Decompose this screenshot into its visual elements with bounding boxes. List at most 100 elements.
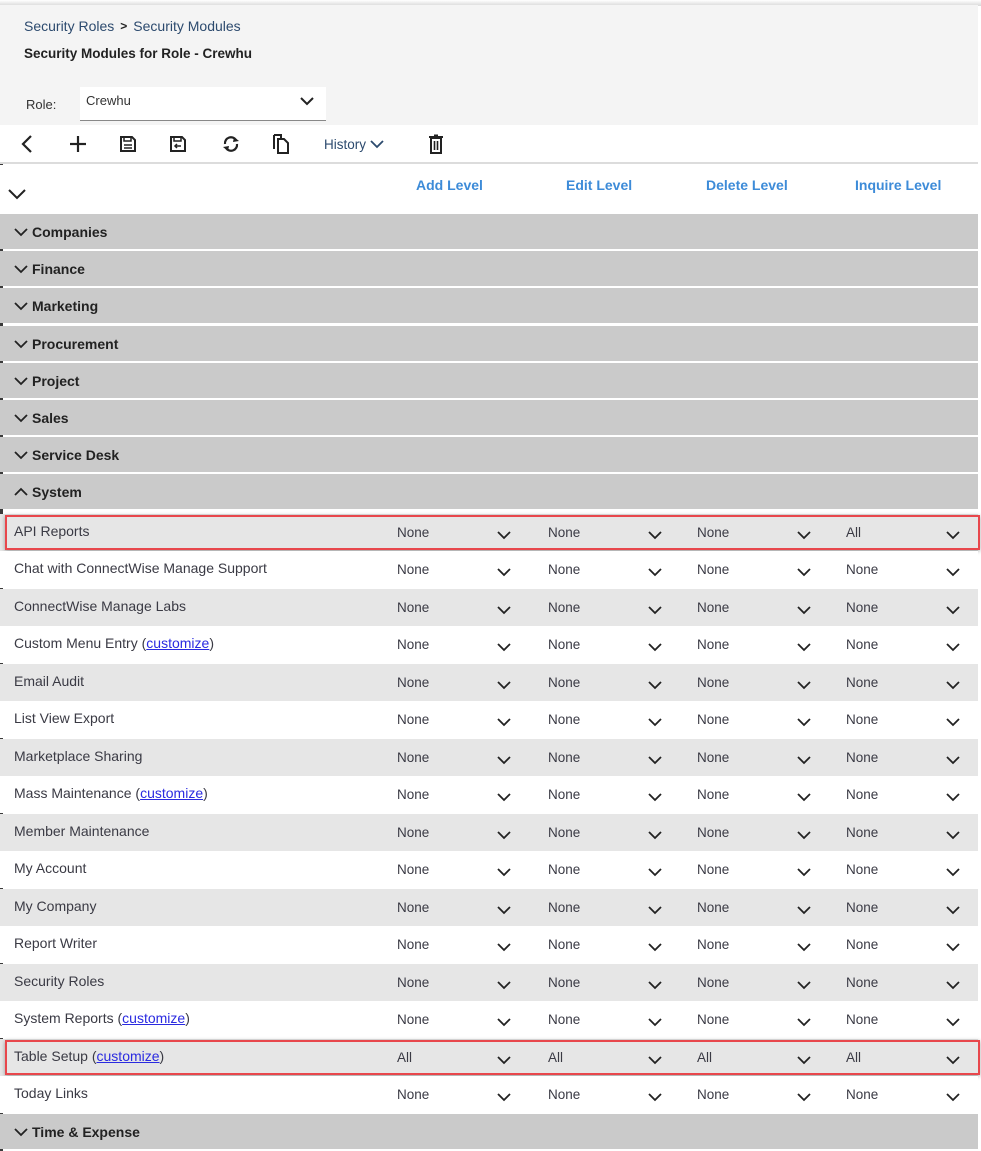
breadcrumb-security-roles[interactable]: Security Roles (24, 18, 114, 34)
add-level-select[interactable]: None (397, 926, 537, 963)
add-level-select[interactable]: None (397, 814, 537, 851)
edit-level-select[interactable]: None (548, 926, 688, 963)
inquire-level-select[interactable]: None (846, 589, 981, 626)
delete-level-select[interactable]: None (697, 851, 837, 888)
customize-link[interactable]: customize (97, 1048, 160, 1064)
section-service-desk[interactable]: Service Desk (0, 437, 978, 472)
inquire-level-select[interactable]: All (846, 514, 981, 551)
edit-level-select[interactable]: None (548, 664, 688, 701)
chevron-down-icon (14, 301, 28, 310)
edit-level-select[interactable]: None (548, 851, 688, 888)
add-level-select[interactable]: None (397, 776, 537, 813)
add-level-select[interactable]: None (397, 739, 537, 776)
inquire-level-select[interactable]: None (846, 701, 981, 738)
delete-level-select[interactable]: All (697, 1039, 837, 1076)
chevron-down-icon (497, 681, 511, 690)
column-header-delete-level[interactable]: Delete Level (706, 177, 788, 193)
add-level-select[interactable]: None (397, 889, 537, 926)
delete-level-select[interactable]: None (697, 701, 837, 738)
collapse-all-chevron-icon[interactable] (8, 188, 26, 200)
copy-button[interactable] (270, 132, 292, 156)
add-level-select[interactable]: None (397, 626, 537, 663)
column-header-inquire-level[interactable]: Inquire Level (855, 177, 941, 193)
module-name: System Reports (customize) (14, 1010, 190, 1026)
add-level-select[interactable]: None (397, 514, 537, 551)
inquire-level-select[interactable]: None (846, 626, 981, 663)
inquire-level-select[interactable]: None (846, 889, 981, 926)
edit-level-select[interactable]: None (548, 964, 688, 1001)
edit-level-select[interactable]: All (548, 1039, 688, 1076)
customize-link[interactable]: customize (122, 1010, 185, 1026)
edit-level-select[interactable]: None (548, 1001, 688, 1038)
section-finance[interactable]: Finance (0, 251, 978, 286)
edit-level-select[interactable]: None (548, 1076, 688, 1113)
refresh-button[interactable] (218, 132, 244, 156)
inquire-level-select[interactable]: None (846, 814, 981, 851)
edit-level-select[interactable]: None (548, 814, 688, 851)
edit-level-select[interactable]: None (548, 739, 688, 776)
inquire-level-select[interactable]: All (846, 1039, 981, 1076)
add-level-select[interactable]: None (397, 701, 537, 738)
delete-level-select[interactable]: None (697, 739, 837, 776)
add-level-select[interactable]: None (397, 551, 537, 588)
delete-level-select[interactable]: None (697, 589, 837, 626)
inquire-level-select[interactable]: None (846, 739, 981, 776)
delete-level-select[interactable]: None (697, 664, 837, 701)
edit-level-select[interactable]: None (548, 589, 688, 626)
edit-level-select[interactable]: None (548, 551, 688, 588)
column-header-add-level[interactable]: Add Level (416, 177, 483, 193)
section-project[interactable]: Project (0, 363, 978, 398)
delete-level-select[interactable]: None (697, 964, 837, 1001)
inquire-level-select[interactable]: None (846, 851, 981, 888)
delete-level-select[interactable]: None (697, 514, 837, 551)
section-time-and-expense[interactable]: Time & Expense (0, 1114, 978, 1149)
chevron-down-icon (946, 793, 960, 802)
chevron-down-icon (648, 568, 662, 577)
add-level-select[interactable]: None (397, 664, 537, 701)
inquire-level-select[interactable]: None (846, 551, 981, 588)
delete-button[interactable] (426, 132, 446, 156)
select-value: None (548, 525, 581, 540)
delete-level-select[interactable]: None (697, 926, 837, 963)
role-select-value: Crewhu (86, 93, 131, 108)
add-level-select[interactable]: None (397, 851, 537, 888)
add-level-select[interactable]: None (397, 1001, 537, 1038)
inquire-level-select[interactable]: None (846, 1001, 981, 1038)
edit-level-select[interactable]: None (548, 514, 688, 551)
delete-level-select[interactable]: None (697, 776, 837, 813)
back-button[interactable] (16, 132, 38, 156)
inquire-level-select[interactable]: None (846, 776, 981, 813)
role-select[interactable]: Crewhu (80, 87, 326, 121)
section-system[interactable]: System (0, 474, 978, 509)
delete-level-select[interactable]: None (697, 889, 837, 926)
add-level-select[interactable]: None (397, 1076, 537, 1113)
edit-level-select[interactable]: None (548, 701, 688, 738)
section-marketing[interactable]: Marketing (0, 288, 978, 323)
select-value: None (846, 937, 879, 952)
section-sales[interactable]: Sales (0, 400, 978, 435)
column-header-edit-level[interactable]: Edit Level (566, 177, 632, 193)
customize-link[interactable]: customize (146, 635, 209, 651)
inquire-level-select[interactable]: None (846, 926, 981, 963)
customize-link[interactable]: customize (140, 785, 203, 801)
add-level-select[interactable]: None (397, 964, 537, 1001)
delete-level-select[interactable]: None (697, 1001, 837, 1038)
add-button[interactable] (66, 132, 90, 156)
save-and-close-button[interactable] (166, 132, 190, 156)
add-level-select[interactable]: All (397, 1039, 537, 1076)
section-procurement[interactable]: Procurement (0, 326, 978, 361)
save-button[interactable] (116, 132, 140, 156)
inquire-level-select[interactable]: None (846, 664, 981, 701)
inquire-level-select[interactable]: None (846, 1076, 981, 1113)
history-dropdown[interactable]: History (318, 132, 390, 156)
delete-level-select[interactable]: None (697, 626, 837, 663)
edit-level-select[interactable]: None (548, 776, 688, 813)
delete-level-select[interactable]: None (697, 814, 837, 851)
delete-level-select[interactable]: None (697, 551, 837, 588)
edit-level-select[interactable]: None (548, 889, 688, 926)
add-level-select[interactable]: None (397, 589, 537, 626)
inquire-level-select[interactable]: None (846, 964, 981, 1001)
section-companies[interactable]: Companies (0, 214, 978, 249)
edit-level-select[interactable]: None (548, 626, 688, 663)
delete-level-select[interactable]: None (697, 1076, 837, 1113)
